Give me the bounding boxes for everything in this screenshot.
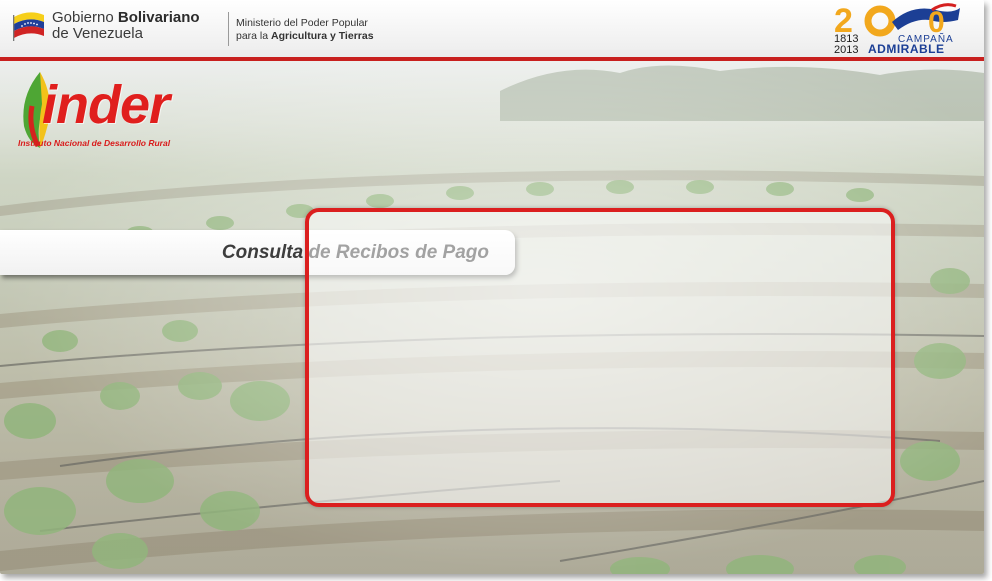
government-name-line2: de Venezuela bbox=[52, 25, 143, 42]
venezuela-flag-icon bbox=[13, 12, 44, 41]
content-panel bbox=[305, 208, 895, 507]
inder-logo-text: inder bbox=[42, 75, 170, 135]
campaign-admirable-logo: 2 0 1813 CAMPAÑA 2013 ADMIRABLE bbox=[834, 2, 960, 54]
page-frame: Gobierno Bolivariano de Venezuela Minist… bbox=[0, 0, 984, 574]
svg-text:ADMIRABLE: ADMIRABLE bbox=[868, 42, 945, 54]
ministry-name-line2: para la Agricultura y Tierras bbox=[236, 30, 374, 42]
svg-text:2013: 2013 bbox=[834, 44, 858, 54]
ministry-name-line1: Ministerio del Poder Popular bbox=[236, 17, 368, 29]
inder-logo-subtitle: Instituto Nacional de Desarrollo Rural bbox=[18, 138, 171, 148]
header-divider bbox=[228, 12, 229, 46]
government-name-line1: Gobierno Bolivariano bbox=[52, 9, 200, 26]
government-header: Gobierno Bolivariano de Venezuela Minist… bbox=[0, 0, 984, 61]
